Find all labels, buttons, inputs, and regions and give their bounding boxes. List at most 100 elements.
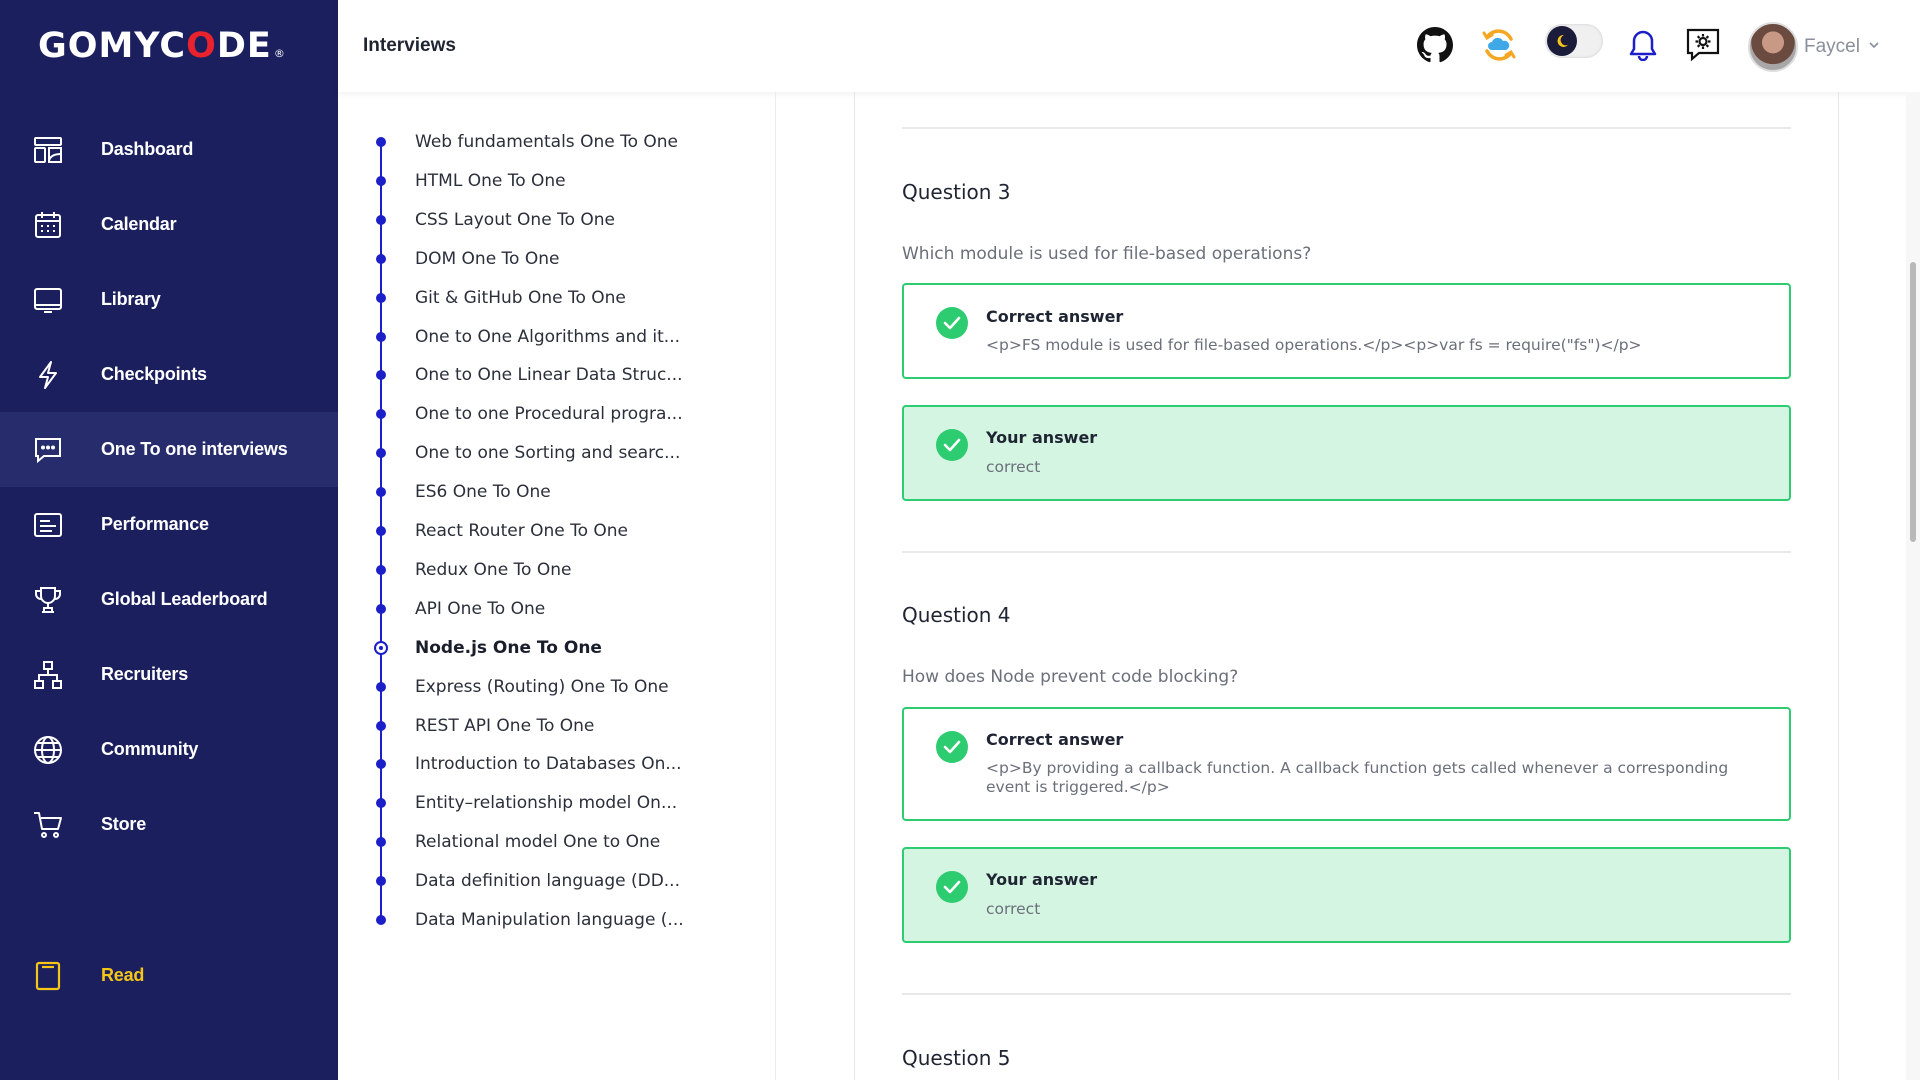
- timeline-item-label: One to One Algorithms and it...: [415, 326, 681, 347]
- your-answer-label: Your answer: [986, 428, 1098, 447]
- timeline-item[interactable]: Introduction to Databases On...: [338, 752, 738, 776]
- sidebar-item-label: Read: [101, 965, 145, 985]
- check-circle-icon: [936, 871, 968, 903]
- github-button[interactable]: [1414, 24, 1456, 66]
- notifications-button[interactable]: [1622, 24, 1664, 66]
- sidebar-item-dashboard[interactable]: Dashboard: [0, 112, 338, 187]
- sidebar-item-community[interactable]: Community: [0, 712, 338, 787]
- sidebar-item-one-to-one-interviews[interactable]: One To one interviews: [0, 412, 338, 487]
- correct-answer-box: Correct answer <p>By providing a callbac…: [902, 707, 1791, 821]
- sidebar-item-label: Store: [101, 814, 147, 834]
- sidebar-item-library[interactable]: Library: [0, 262, 338, 337]
- timeline-item[interactable]: React Router One To One: [338, 519, 738, 543]
- cloud-sync-button[interactable]: [1478, 24, 1520, 66]
- chat-icon: [35, 437, 61, 463]
- timeline-dot: [376, 214, 386, 225]
- timeline-dot: [376, 681, 386, 692]
- dark-mode-toggle[interactable]: [1545, 24, 1603, 58]
- timeline-item[interactable]: Node.js One To One: [338, 636, 738, 660]
- timeline-item[interactable]: CSS Layout One To One: [338, 208, 738, 232]
- user-name[interactable]: Faycel: [1804, 36, 1860, 58]
- your-answer-text: correct: [986, 900, 1041, 918]
- dashboard-icon: [34, 136, 62, 163]
- timeline-dot: [376, 564, 386, 575]
- timeline-item-label: Data Manipulation language (...: [415, 910, 684, 930]
- logo-registered-mark: ®: [273, 47, 286, 60]
- timeline-dot: [376, 603, 386, 614]
- timeline-item-label: CSS Layout One To One: [415, 209, 615, 230]
- user-avatar[interactable]: [1748, 22, 1798, 72]
- timeline-item[interactable]: One to one Sorting and searc...: [338, 441, 738, 465]
- timeline-item[interactable]: Git & GitHub One To One: [338, 286, 738, 310]
- divider: [902, 551, 1791, 553]
- timeline-item[interactable]: Relational model One to One: [338, 830, 738, 854]
- sidebar-item-performance[interactable]: Performance: [0, 487, 338, 562]
- sidebar-item-read[interactable]: Read: [0, 938, 338, 1013]
- sidebar-item-global-leaderboard[interactable]: Global Leaderboard: [0, 562, 338, 637]
- sidebar-item-recruiters[interactable]: Recruiters: [0, 637, 338, 712]
- calendar-icon: [35, 211, 61, 238]
- timeline-dot: [376, 915, 386, 925]
- scrollbar-thumb[interactable]: [1910, 262, 1916, 542]
- timeline-dot: [376, 837, 386, 848]
- timeline-item[interactable]: One to One Linear Data Struc...: [338, 363, 738, 387]
- github-icon: [1417, 27, 1453, 63]
- settings-chat-icon: [1686, 28, 1720, 62]
- timeline-item-label: Web fundamentals One To One: [415, 132, 679, 152]
- globe-icon: [34, 735, 62, 764]
- trophy-icon: [35, 586, 61, 613]
- question-text: Which module is used for file-based oper…: [902, 244, 1312, 264]
- question-title: Question 3: [902, 180, 1011, 204]
- timeline-item[interactable]: One to One Algorithms and it...: [338, 325, 738, 349]
- timeline-item[interactable]: Redux One To One: [338, 558, 738, 582]
- timeline-item[interactable]: Data definition language (DD...: [338, 869, 738, 893]
- sidebar-item-calendar[interactable]: Calendar: [0, 187, 338, 262]
- timeline-item-label: API One To One: [415, 598, 546, 619]
- sidebar-item-label: Global Leaderboard: [101, 589, 268, 609]
- check-circle-icon: [936, 429, 968, 461]
- timeline-item[interactable]: REST API One To One: [338, 714, 738, 738]
- divider: [902, 993, 1791, 995]
- page-title: Interviews: [363, 35, 456, 56]
- settings-chat-button[interactable]: [1682, 24, 1724, 66]
- sidebar-nav: Dashboard Calendar Library Checkpoints O…: [0, 112, 338, 862]
- question-title: Question 5: [902, 1046, 1011, 1070]
- timeline-item[interactable]: Web fundamentals One To One: [338, 130, 738, 154]
- sidebar-item-label: Performance: [101, 514, 209, 534]
- correct-answer-box: Correct answer <p>FS module is used for …: [902, 283, 1791, 379]
- timeline-item-label: ES6 One To One: [415, 482, 551, 503]
- sidebar-item-label: Library: [101, 289, 161, 309]
- book-icon: [35, 961, 61, 990]
- cloud-sync-icon: [1482, 29, 1516, 61]
- logo-text-end: DE: [216, 26, 272, 66]
- timeline-dot: [376, 253, 386, 264]
- page-scrollbar[interactable]: [1906, 92, 1920, 1080]
- timeline-item[interactable]: API One To One: [338, 597, 738, 621]
- correct-answer-label: Correct answer: [986, 730, 1124, 749]
- timeline-item-label: HTML One To One: [415, 170, 566, 191]
- sidebar-item-label: Recruiters: [101, 664, 189, 684]
- timeline-item-label: One to One Linear Data Struc...: [415, 365, 683, 386]
- timeline-item[interactable]: One to one Procedural progra...: [338, 402, 738, 426]
- questions-panel: Question 3 Which module is used for file…: [854, 92, 1839, 1080]
- cart-icon: [34, 811, 62, 838]
- gomycode-logo[interactable]: GOMYC O DE ®: [38, 26, 286, 66]
- chevron-down-icon[interactable]: [1868, 40, 1880, 50]
- sidebar-item-checkpoints[interactable]: Checkpoints: [0, 337, 338, 412]
- timeline-item[interactable]: Data Manipulation language (...: [338, 908, 738, 932]
- your-answer-label: Your answer: [986, 870, 1098, 889]
- sidebar-item-label: Calendar: [101, 214, 177, 234]
- sidebar-item-label: Checkpoints: [101, 364, 207, 384]
- timeline-dot: [376, 137, 386, 147]
- timeline-item[interactable]: Entity–relationship model On...: [338, 791, 738, 815]
- sidebar-item-label: Community: [101, 739, 199, 759]
- timeline-item-label: Introduction to Databases On...: [415, 754, 682, 775]
- timeline-dot: [376, 759, 386, 770]
- timeline-item[interactable]: Express (Routing) One To One: [338, 675, 738, 699]
- timeline-item[interactable]: HTML One To One: [338, 169, 738, 193]
- timeline-item[interactable]: DOM One To One: [338, 247, 738, 271]
- bell-icon: [1629, 30, 1657, 61]
- timeline-dot: [374, 640, 388, 655]
- timeline-item[interactable]: ES6 One To One: [338, 480, 738, 504]
- sidebar-item-store[interactable]: Store: [0, 787, 338, 862]
